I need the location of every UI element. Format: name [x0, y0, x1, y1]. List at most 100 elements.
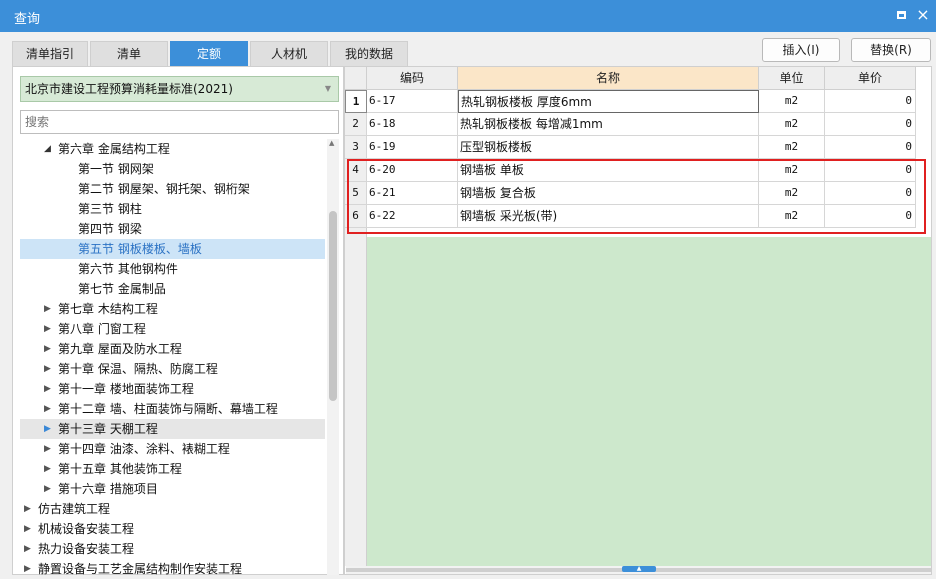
header-code[interactable]: 编码: [367, 67, 458, 90]
tree-item[interactable]: ▶ 第九章 屋面及防水工程: [20, 339, 325, 359]
replace-button[interactable]: 替换(R): [851, 38, 931, 62]
collapsed-arrow-icon[interactable]: ▶: [24, 539, 31, 559]
chapter-tree: ◢ 第六章 金属结构工程 第一节 钢网架 第二节 钢屋架、钢托架、钢桁架 第三节 钢柱第…: [20, 139, 325, 575]
tree-item-label: 第四节 钢梁: [78, 222, 142, 236]
tree-item-label: 第七章 木结构工程: [58, 302, 158, 316]
tree-item-label: 第六节 其他钢构件: [78, 262, 178, 276]
tree-item-label: 第十四章 油漆、涂料、裱糊工程: [58, 442, 230, 456]
maximize-icon: [896, 11, 906, 19]
collapsed-arrow-icon[interactable]: ▶: [24, 559, 31, 575]
collapsed-arrow-icon[interactable]: ▶: [24, 519, 31, 539]
cell-unit[interactable]: m2: [759, 136, 825, 159]
cell-unit[interactable]: m2: [759, 90, 825, 113]
header-name[interactable]: 名称: [458, 67, 759, 90]
tree-item[interactable]: 第七节 金属制品: [20, 279, 325, 299]
cell-no[interactable]: 2: [345, 113, 367, 136]
cell-price[interactable]: 0: [825, 90, 916, 113]
collapsed-arrow-icon[interactable]: ▶: [44, 419, 51, 439]
grid-empty-area: [367, 237, 931, 566]
collapsed-arrow-icon[interactable]: ▶: [44, 479, 51, 499]
quota-table-panel: 编码 名称 单位 单价 1 6-17 热轧钢板楼板 厚度6mm m2 0 2 6-18 热轧钢…: [344, 66, 932, 575]
tab-my-data[interactable]: 我的数据: [330, 41, 408, 66]
collapsed-arrow-icon[interactable]: ▶: [44, 379, 51, 399]
tree-item[interactable]: ▶ 第七章 木结构工程: [20, 299, 325, 319]
collapsed-arrow-icon[interactable]: ▶: [44, 339, 51, 359]
tree-scrollbar[interactable]: ▲: [327, 139, 339, 575]
scroll-up-icon[interactable]: ▲: [329, 139, 334, 147]
tree-item-label: 第七节 金属制品: [78, 282, 166, 296]
tree-item-label: 第六章 金属结构工程: [58, 142, 170, 156]
tree-item[interactable]: ▶ 第十五章 其他装饰工程: [20, 459, 325, 479]
tree-item[interactable]: 第六节 其他钢构件: [20, 259, 325, 279]
tree-item-label: 第十三章 天棚工程: [58, 422, 158, 436]
insert-button[interactable]: 插入(I): [762, 38, 840, 62]
tree-item[interactable]: 第一节 钢网架: [20, 159, 325, 179]
cell-code[interactable]: 6-17: [367, 90, 458, 113]
tree-item[interactable]: ▶ 第十四章 油漆、涂料、裱糊工程: [20, 439, 325, 459]
tree-item[interactable]: 第四节 钢梁: [20, 219, 325, 239]
tree-item[interactable]: ▶ 第十六章 措施项目: [20, 479, 325, 499]
highlight-box: [347, 159, 926, 234]
tree-item[interactable]: ▶ 静置设备与工艺金属结构制作安装工程: [20, 559, 325, 575]
tree-item-label: 第五节 钢板楼板、墙板: [78, 242, 202, 256]
tree-item-label: 热力设备安装工程: [38, 542, 135, 556]
collapsed-arrow-icon[interactable]: ▶: [44, 459, 51, 479]
tab-quota[interactable]: 定额: [170, 41, 248, 66]
horizontal-scrollbar[interactable]: ▲: [346, 566, 931, 574]
tree-item[interactable]: ▶ 仿古建筑工程: [20, 499, 325, 519]
header-unit[interactable]: 单位: [759, 67, 825, 90]
library-select-value: 北京市建设工程预算消耗量标准(2021): [25, 82, 233, 96]
tree-item[interactable]: ▶ 第十一章 楼地面装饰工程: [20, 379, 325, 399]
header-corner: [345, 67, 367, 90]
tree-item[interactable]: ◢ 第六章 金属结构工程: [20, 139, 325, 159]
cell-unit[interactable]: m2: [759, 113, 825, 136]
maximize-button[interactable]: [892, 6, 910, 24]
cell-price[interactable]: 0: [825, 113, 916, 136]
title-bar[interactable]: 查询 ×: [0, 0, 936, 32]
tree-item[interactable]: 第三节 钢柱: [20, 199, 325, 219]
collapsed-arrow-icon[interactable]: ▶: [44, 319, 51, 339]
cell-name[interactable]: 压型钢板楼板: [458, 136, 759, 159]
header-price[interactable]: 单价: [825, 67, 916, 90]
tree-item[interactable]: ▶ 第十二章 墙、柱面装饰与隔断、幕墙工程: [20, 399, 325, 419]
collapsed-arrow-icon[interactable]: ▶: [44, 359, 51, 379]
tab-bill[interactable]: 清单: [90, 41, 168, 66]
library-select[interactable]: 北京市建设工程预算消耗量标准(2021) ▼: [20, 76, 339, 102]
tree-item-label: 第二节 钢屋架、钢托架、钢桁架: [78, 182, 250, 196]
tree-item-label: 第十一章 楼地面装饰工程: [58, 382, 194, 396]
cell-name[interactable]: 热轧钢板楼板 厚度6mm: [458, 90, 759, 113]
collapsed-arrow-icon[interactable]: ▶: [24, 499, 31, 519]
tree-item-label: 第三节 钢柱: [78, 202, 142, 216]
collapsed-arrow-icon[interactable]: ▶: [44, 439, 51, 459]
collapsed-arrow-icon[interactable]: ▶: [44, 399, 51, 419]
tree-item-label: 机械设备安装工程: [38, 522, 135, 536]
cell-name[interactable]: 热轧钢板楼板 每增减1mm: [458, 113, 759, 136]
tab-materials[interactable]: 人材机: [250, 41, 328, 66]
tree-item[interactable]: 第二节 钢屋架、钢托架、钢桁架: [20, 179, 325, 199]
library-panel: 北京市建设工程预算消耗量标准(2021) ▼ ◢ 第六章 金属结构工程第一节 钢网…: [12, 66, 344, 575]
cell-code[interactable]: 6-19: [367, 136, 458, 159]
cell-no[interactable]: 1: [345, 90, 367, 113]
tree-item-label: 第一节 钢网架: [78, 162, 154, 176]
close-button[interactable]: ×: [914, 6, 932, 24]
tree-item[interactable]: ▶ 第十章 保温、隔热、防腐工程: [20, 359, 325, 379]
tree-item[interactable]: 第五节 钢板楼板、墙板: [20, 239, 325, 259]
tree-item-label: 第十六章 措施项目: [58, 482, 158, 496]
tab-bill-guide[interactable]: 清单指引: [12, 41, 88, 66]
cell-no[interactable]: 3: [345, 136, 367, 159]
search-input[interactable]: [20, 110, 339, 134]
tree-item[interactable]: ▶ 机械设备安装工程: [20, 519, 325, 539]
tree-item[interactable]: ▶ 第十三章 天棚工程: [20, 419, 325, 439]
cell-price[interactable]: 0: [825, 136, 916, 159]
tree-item-label: 仿古建筑工程: [38, 502, 111, 516]
splitter-handle[interactable]: ▲: [622, 566, 656, 572]
tree-item-label: 第十五章 其他装饰工程: [58, 462, 182, 476]
scrollbar-thumb[interactable]: [329, 211, 337, 401]
tree-item[interactable]: ▶ 热力设备安装工程: [20, 539, 325, 559]
query-window: 查询 × 清单指引 清单 定额 人材机 我的数据 插入(I) 替换(R) 北京市…: [0, 0, 936, 579]
expanded-arrow-icon[interactable]: ◢: [44, 139, 51, 159]
tree-item-label: 第八章 门窗工程: [58, 322, 146, 336]
collapsed-arrow-icon[interactable]: ▶: [44, 299, 51, 319]
cell-code[interactable]: 6-18: [367, 113, 458, 136]
tree-item[interactable]: ▶ 第八章 门窗工程: [20, 319, 325, 339]
